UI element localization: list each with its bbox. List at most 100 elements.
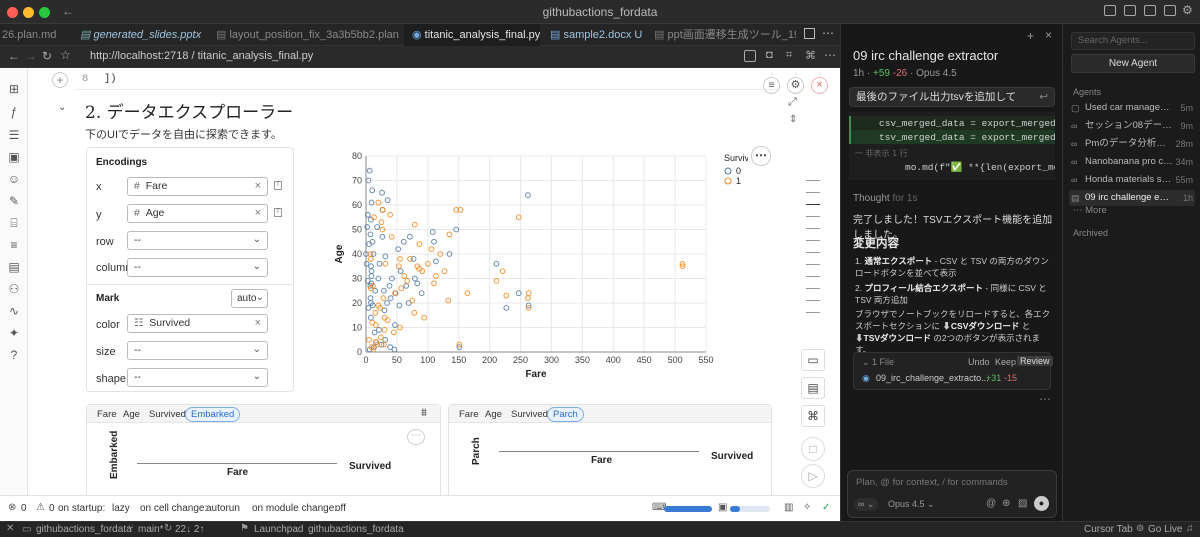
ai-chat-icon[interactable]: ☺ [7,172,21,186]
more-actions-icon[interactable]: ⋯ [822,26,834,40]
url-text[interactable]: http://localhost:2718 / titanic_analysis… [90,50,313,62]
thought-label[interactable]: Thought for 1s [853,193,918,204]
new-agent-button[interactable]: New Agent [1071,54,1195,73]
startup-value[interactable]: lazy [112,503,130,514]
chart-actions-menu-icon[interactable]: ⋯ [751,146,771,166]
minimap[interactable] [806,180,820,340]
warning-icon[interactable]: ⚠ [36,502,45,513]
panel-tab-parch[interactable]: Parch [547,407,584,422]
tab-plan-md[interactable]: 26.plan.md [0,24,70,46]
error-icon[interactable]: ⊗ [8,502,16,513]
module-change-value[interactable]: off [335,503,346,514]
add-cell-button[interactable]: + [52,72,68,88]
chat-input[interactable]: Plan, @ for context, / for commands ∞ ⌄ … [847,470,1057,518]
shape-select[interactable]: -- ⌄ [127,368,268,387]
layout-icon[interactable] [1104,5,1116,16]
mark-type-select[interactable]: auto ⌄ [231,289,268,308]
add-chat-icon[interactable]: + [1027,29,1034,43]
documentation-icon[interactable]: ▤ [7,260,21,274]
color-encoding-field[interactable]: ☷ Survived × [127,314,268,333]
tab-generated-slides[interactable]: ▤ generated_slides.pptx U [74,24,204,46]
layout-toggle-icon[interactable]: ▤ [801,377,825,399]
more-icon[interactable]: ⋯ [824,48,836,62]
remote-icon[interactable]: ✕ [6,523,14,534]
column-select[interactable]: -- ⌄ [127,258,268,277]
sidebar-right-icon[interactable] [1164,5,1176,16]
model-selector[interactable]: Opus 4.5 ⌄ [888,499,935,510]
files-tree-icon[interactable]: ⊞ [7,82,21,96]
x-encoding-field[interactable]: # Fare × [127,177,268,196]
sync-status[interactable]: 22↓ 2↑ [175,524,204,535]
tab-layout-plan[interactable]: ▤ layout_position_fix_3a3b5bb2.plan.md [210,24,400,46]
go-live[interactable]: Go Live [1148,524,1182,535]
split-editor-icon[interactable] [804,28,815,39]
unfold-icon[interactable]: ⇕ [789,114,797,125]
tab-titanic-analysis[interactable]: ◉ titanic_analysis_final.py × [404,24,540,46]
camera-icon[interactable]: ◘ [766,49,773,61]
reload-icon[interactable]: ↻ [42,49,52,63]
cursor-tab[interactable]: Cursor Tab [1084,524,1133,535]
packages-icon[interactable]: ▣ [7,150,21,164]
book-icon[interactable]: ▥ [784,502,793,513]
clear-y-icon[interactable]: × [255,205,261,222]
panel-tab-age[interactable]: Age [485,409,502,420]
stop-icon[interactable]: □ [801,437,825,461]
sidebar-left-icon[interactable] [1124,5,1136,16]
save-icon[interactable]: ▭ [801,349,825,371]
panel-tab-fare[interactable]: Fare [97,409,117,420]
dependency-graph-icon[interactable]: ⚇ [7,282,21,296]
changed-file-name[interactable]: 09_irc_challenge_extracto... [876,373,989,383]
cell-settings-icon[interactable]: ⚙ [787,77,804,94]
close-chat-icon[interactable]: × [1045,28,1052,42]
check-circle-icon[interactable]: ✓ [822,502,830,513]
bookmark-star-icon[interactable]: ☆ [60,48,71,62]
snippets-icon[interactable]: ⌸ [7,216,21,230]
y-type-toggle-icon[interactable]: T [274,208,282,217]
undo-button[interactable]: Undo [968,357,990,367]
agent-item-nanobanana[interactable]: ∞Nanobanana pro call ...34m [1069,154,1195,170]
code-cell[interactable]: 8 ]) [74,68,778,90]
repo-name-2[interactable]: githubactions_fordata [308,524,404,535]
cell-change-value[interactable]: autorun [206,503,240,514]
settings-gear-icon[interactable]: ⚙ [1182,3,1193,17]
agent-item-pm-analysis[interactable]: ∞Pmのデータ分析と課題28m [1069,136,1195,152]
agent-item-session08[interactable]: ∞セッション08データ分析9m [1069,118,1195,134]
panel-bottom-icon[interactable] [1144,5,1156,16]
browser-forward-icon[interactable]: → [25,49,37,63]
run-icon[interactable]: ▷ [801,464,825,488]
filter-icon[interactable]: ⩩ [421,407,427,420]
tracing-icon[interactable]: ∿ [7,304,21,318]
mention-icon[interactable]: @ [986,498,996,509]
review-button[interactable]: Review [1017,356,1053,366]
screenshot-icon[interactable]: ⌗ [786,49,792,62]
panel-tab-survived[interactable]: Survived [149,409,186,420]
sparkle-icon[interactable]: ✧ [803,502,811,513]
mode-toggle[interactable]: ∞ ⌄ [854,498,879,511]
agent-item-irc-challenge[interactable]: ▤09 irc challenge extrac...1h [1069,190,1195,206]
tab-sample2-docx[interactable]: ▤ sample2.docx U [544,24,644,46]
outline-icon[interactable]: ☰ [7,128,21,142]
y-encoding-field[interactable]: # Age × [127,204,268,223]
open-external-icon[interactable] [744,50,756,62]
panel-more-icon[interactable]: ⋯ [407,429,425,445]
more-agents-link[interactable]: ⋯ More [1073,205,1107,216]
collapsed-lines[interactable]: 一 非表示 1 行 [855,148,908,159]
agent-item-used-car[interactable]: ▢Used car managemen...5m [1069,100,1195,116]
keep-button[interactable]: Keep [995,357,1016,367]
scatter-chart[interactable]: 0 50 100 150 200 250 300 350 400 450 500 5500102030… [308,152,748,394]
edit-icon[interactable]: ✎ [7,194,21,208]
undo-arrow-icon[interactable]: ↩ [1039,88,1048,106]
cell-menu-icon[interactable]: ≡ [763,77,780,94]
globe-icon[interactable]: ⊕ [1002,498,1010,509]
files-count[interactable]: ⌄ 1 File [862,357,894,368]
collapse-chevron-icon[interactable]: ⌄ [58,102,66,113]
expand-icon[interactable]: ⤢ [788,96,797,109]
repo-name[interactable]: githubactions_fordata [36,524,132,535]
agent-item-honda[interactable]: ∞ Honda materials sam... 55m [1069,172,1195,188]
browser-back-icon[interactable]: ← [8,49,20,63]
search-agents-input[interactable]: Search Agents... [1071,32,1195,50]
variables-icon[interactable]: ƒ [7,105,21,119]
image-icon[interactable]: ▨ [1018,498,1027,509]
tab-ppt-tool[interactable]: ▤ ppt画面遷移生成ツール_19e10bf [648,24,796,46]
search-docs-icon[interactable]: ≡ [7,238,21,252]
